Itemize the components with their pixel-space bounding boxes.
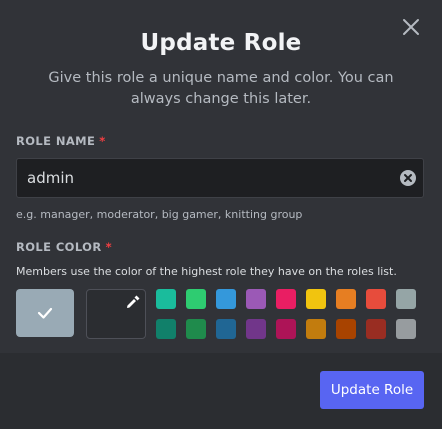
role-name-input[interactable]	[17, 159, 397, 197]
color-palette	[156, 289, 420, 339]
color-swatch[interactable]	[366, 319, 386, 339]
color-swatch[interactable]	[276, 319, 296, 339]
color-swatch[interactable]	[396, 319, 416, 339]
color-swatch[interactable]	[156, 289, 176, 309]
color-swatch[interactable]	[216, 289, 236, 309]
color-swatch[interactable]	[246, 319, 266, 339]
update-role-dialog: Update Role Give this role a unique name…	[0, 0, 442, 429]
color-swatch[interactable]	[306, 319, 326, 339]
color-swatch[interactable]	[276, 289, 296, 309]
required-marker: *	[105, 240, 113, 254]
color-swatch[interactable]	[216, 319, 236, 339]
color-swatch[interactable]	[336, 319, 356, 339]
custom-color-picker[interactable]	[86, 289, 146, 339]
color-swatch[interactable]	[396, 289, 416, 309]
required-marker: *	[99, 134, 106, 148]
color-swatch[interactable]	[186, 289, 206, 309]
role-color-description: Members use the color of the highest rol…	[16, 265, 397, 278]
color-swatch[interactable]	[306, 289, 326, 309]
role-name-label: ROLE NAME *	[16, 134, 106, 148]
dialog-subtitle: Give this role a unique name and color. …	[48, 70, 394, 107]
dialog-title: Update Role	[140, 30, 302, 56]
role-name-label-text: ROLE NAME	[16, 134, 96, 148]
role-color-label: ROLE COLOR *	[16, 240, 112, 254]
color-swatch[interactable]	[186, 319, 206, 339]
role-color-label-text: ROLE COLOR	[16, 240, 102, 254]
color-swatch[interactable]	[246, 289, 266, 309]
color-swatch[interactable]	[366, 289, 386, 309]
eyedropper-icon	[127, 295, 140, 308]
role-name-hint: e.g. manager, moderator, big gamer, knit…	[16, 208, 303, 221]
clear-circle-icon[interactable]	[400, 170, 416, 186]
role-name-field	[16, 158, 424, 198]
default-color-swatch[interactable]	[16, 289, 74, 337]
checkmark-icon	[37, 307, 53, 319]
update-role-button[interactable]: Update Role	[320, 371, 424, 409]
color-swatch[interactable]	[336, 289, 356, 309]
color-swatch[interactable]	[156, 319, 176, 339]
